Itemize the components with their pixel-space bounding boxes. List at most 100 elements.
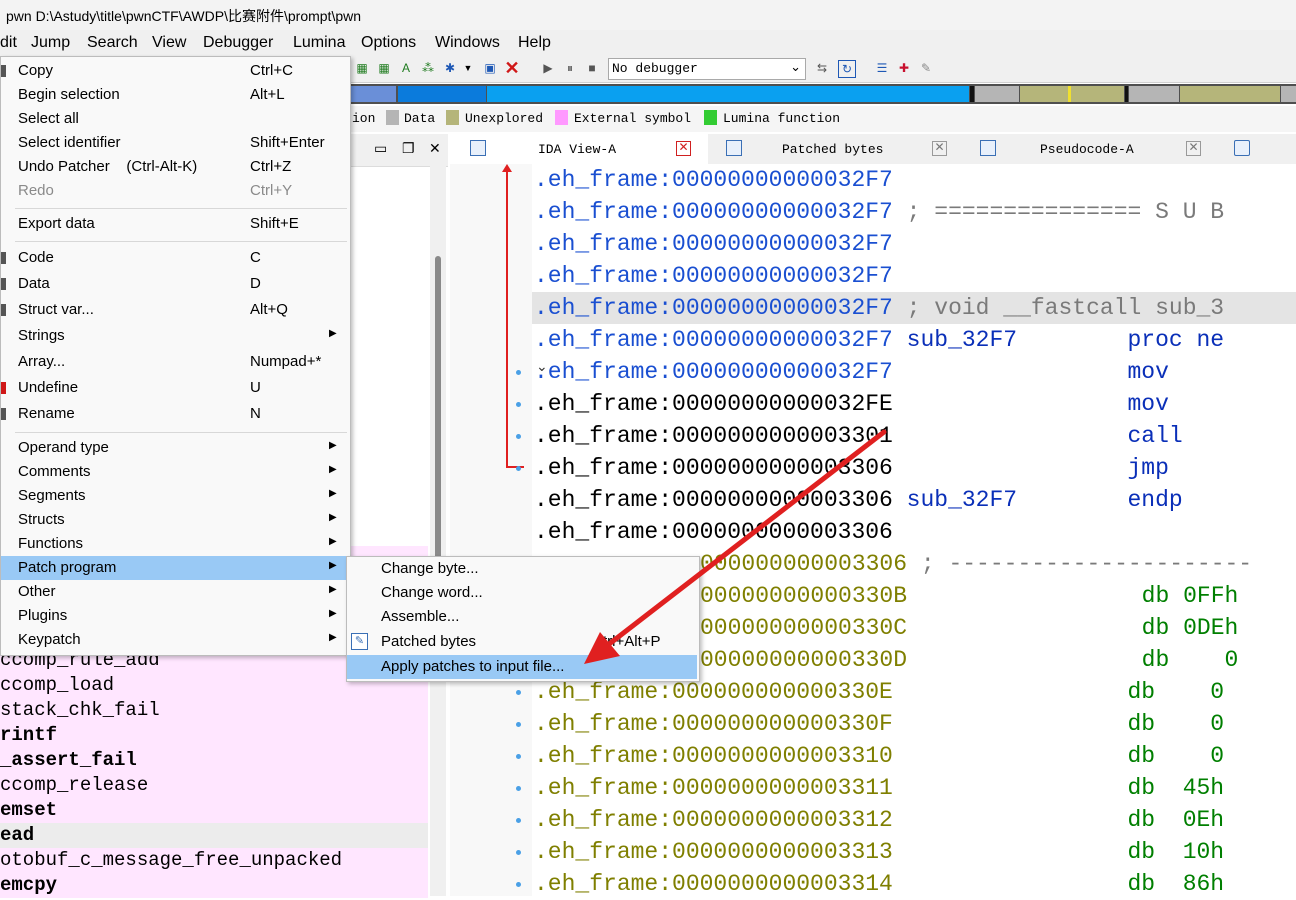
menu-item-functions[interactable]: Functions ▶ <box>1 532 347 556</box>
toolbar-list-icon[interactable]: ☰ <box>874 60 890 76</box>
debugger-run-icon[interactable]: ▶ <box>540 60 556 76</box>
toolbar-array-icon[interactable]: ⁂ <box>420 60 436 76</box>
menu-options[interactable]: Options <box>361 34 416 52</box>
breakpoint-dot[interactable] <box>516 434 521 439</box>
tab-patched-bytes[interactable]: Patched bytes ✕ <box>710 134 960 164</box>
disasm-line[interactable]: .eh_frame:000000000000330F db 0 <box>534 708 1296 740</box>
menu-item-patch-program[interactable]: Patch program ▶ <box>1 556 347 580</box>
menu-item-operand-type[interactable]: Operand type ▶ <box>1 436 347 460</box>
menu-search[interactable]: Search <box>87 34 138 52</box>
toolbar-data-icon[interactable]: ▦ <box>376 60 392 76</box>
toolbar-code-icon[interactable]: ▦ <box>354 60 370 76</box>
breakpoint-dot[interactable] <box>516 754 521 759</box>
breakpoint-dot[interactable] <box>516 370 521 375</box>
menu-item-undo-patcher[interactable]: Undo Patcher (Ctrl-Alt-K) Ctrl+Z <box>1 155 347 179</box>
toolbar-string-icon[interactable]: A <box>398 60 414 76</box>
menu-view[interactable]: View <box>152 34 186 52</box>
disasm-line[interactable]: .eh_frame:00000000000032F7 ; ===========… <box>534 196 1296 228</box>
breakpoint-dot[interactable] <box>516 402 521 407</box>
debugger-select[interactable]: No debugger ⌄ <box>608 58 806 80</box>
functions-scrollbar[interactable] <box>430 166 446 896</box>
disasm-line[interactable]: .eh_frame:0000000000003312 db 0Eh <box>534 804 1296 836</box>
toolbar-breakpoint-icon[interactable]: ✚ <box>896 60 912 76</box>
debugger-stop-icon[interactable]: ■ <box>584 60 600 76</box>
function-list-item[interactable]: otobuf_c_message_free_unpacked <box>0 848 428 873</box>
breakpoint-dot[interactable] <box>516 690 521 695</box>
disasm-line[interactable]: .eh_frame:0000000000003306 sub_32F7 endp <box>534 484 1296 516</box>
disasm-line[interactable]: .eh_frame:0000000000003314 db 86h <box>534 868 1296 900</box>
menu-item-structs[interactable]: Structs ▶ <box>1 508 347 532</box>
menu-lumina[interactable]: Lumina <box>293 34 345 52</box>
menu-help[interactable]: Help <box>518 34 551 52</box>
breakpoint-dot[interactable] <box>516 882 521 887</box>
disasm-line[interactable]: .eh_frame:00000000000032F7 <box>534 164 1296 196</box>
close-icon[interactable]: ✕ <box>429 140 441 157</box>
function-list-item[interactable]: ccomp_release <box>0 773 428 798</box>
disasm-line[interactable]: .eh_frame:00000000000032F7 ; void __fast… <box>534 292 1296 324</box>
tab-more[interactable] <box>1214 134 1296 164</box>
disasm-line[interactable]: .eh_frame:0000000000003313 db 10h <box>534 836 1296 868</box>
disasm-line[interactable]: .eh_frame:0000000000003306 <box>534 516 1296 548</box>
function-list-item[interactable]: ead <box>0 823 428 848</box>
close-icon[interactable]: ✕ <box>932 141 947 156</box>
menu-item-code[interactable]: Code C <box>1 246 347 270</box>
submenu-item-change-word[interactable]: Change word... <box>347 581 697 605</box>
submenu-item-apply-patches[interactable]: Apply patches to input file... <box>347 655 697 679</box>
debugger-pause-icon[interactable]: ⏸ <box>562 60 578 76</box>
debugger-attach-icon[interactable]: ⇆ <box>814 60 830 76</box>
close-icon[interactable]: ✕ <box>676 141 691 156</box>
function-list-item[interactable]: stack_chk_fail <box>0 698 428 723</box>
function-list-item[interactable]: emcpy <box>0 873 428 898</box>
menu-item-copy[interactable]: Copy Ctrl+C <box>1 59 347 83</box>
menu-item-export-data[interactable]: Export data Shift+E <box>1 212 347 236</box>
toolbar-struct-icon[interactable]: ✱ <box>442 60 458 76</box>
disasm-line[interactable]: 00000000000330C db 0DEh <box>700 612 1296 644</box>
function-list-item[interactable]: rintf <box>0 723 428 748</box>
toolbar-dropdown-icon[interactable]: ▼ <box>460 60 476 76</box>
disasm-line[interactable]: 00000000000330D db 0 <box>700 644 1296 676</box>
disasm-line[interactable]: .eh_frame:00000000000032FE mov <box>534 388 1296 420</box>
menu-item-struct-var[interactable]: Struct var... Alt+Q <box>1 298 347 322</box>
breakpoint-dot[interactable] <box>516 850 521 855</box>
submenu-item-assemble[interactable]: Assemble... <box>347 605 697 629</box>
breakpoint-dot[interactable] <box>516 466 521 471</box>
menu-item-segments[interactable]: Segments ▶ <box>1 484 347 508</box>
menu-item-begin-selection[interactable]: Begin selection Alt+L <box>1 83 347 107</box>
disasm-line[interactable]: 000000000003306 ; ---------------------- <box>700 548 1296 580</box>
navigation-band[interactable] <box>350 84 1296 104</box>
menu-item-keypatch[interactable]: Keypatch ▶ <box>1 628 347 652</box>
function-list-item[interactable]: _assert_fail <box>0 748 428 773</box>
menu-item-strings[interactable]: Strings ▶ <box>1 324 347 348</box>
toolbar-trace-icon[interactable]: ✎ <box>918 60 934 76</box>
restore-icon[interactable]: ❐ <box>402 140 415 157</box>
menu-jump[interactable]: Jump <box>31 34 70 52</box>
disasm-line[interactable]: .eh_frame:00000000000032F7 <box>534 260 1296 292</box>
submenu-item-patched-bytes[interactable]: ✎ Patched bytes trl+Alt+P <box>347 630 697 654</box>
menu-windows[interactable]: Windows <box>435 34 500 52</box>
toolbar-undefine-icon[interactable]: ✕ <box>504 59 520 77</box>
disasm-line[interactable]: .eh_frame:0000000000003310 db 0 <box>534 740 1296 772</box>
menu-item-select-all[interactable]: Select all <box>1 107 347 131</box>
close-icon[interactable]: ✕ <box>1186 141 1201 156</box>
disasm-line[interactable]: .eh_frame:00000000000032F7 sub_32F7 proc… <box>534 324 1296 356</box>
breakpoint-dot[interactable] <box>516 818 521 823</box>
tab-ida-view-a[interactable]: IDA View-A ✕ <box>450 134 708 164</box>
submenu-item-change-byte[interactable]: Change byte... <box>347 557 697 581</box>
menu-debugger[interactable]: Debugger <box>203 34 273 52</box>
tab-pseudocode-a[interactable]: Pseudocode-A ✕ <box>962 134 1212 164</box>
menu-item-rename[interactable]: Rename N <box>1 402 347 426</box>
menu-item-undefine[interactable]: Undefine U <box>1 376 347 400</box>
menu-item-select-identifier[interactable]: Select identifier Shift+Enter <box>1 131 347 155</box>
menu-item-data[interactable]: Data D <box>1 272 347 296</box>
toolbar-enum-icon[interactable]: ▣ <box>482 60 498 76</box>
debugger-step-icon[interactable]: ↻ <box>838 60 856 78</box>
disasm-line[interactable]: .eh_frame:0000000000003306 jmp <box>534 452 1296 484</box>
disasm-line[interactable]: .eh_frame:00000000000032F7 <box>534 228 1296 260</box>
menu-item-redo[interactable]: Redo Ctrl+Y <box>1 179 347 203</box>
function-list-item[interactable]: emset <box>0 798 428 823</box>
maximize-icon[interactable]: ▭ <box>374 140 387 157</box>
disasm-line[interactable]: 00000000000330B db 0FFh <box>700 580 1296 612</box>
menu-edit[interactable]: dit <box>0 34 17 52</box>
menu-item-plugins[interactable]: Plugins ▶ <box>1 604 347 628</box>
breakpoint-dot[interactable] <box>516 722 521 727</box>
